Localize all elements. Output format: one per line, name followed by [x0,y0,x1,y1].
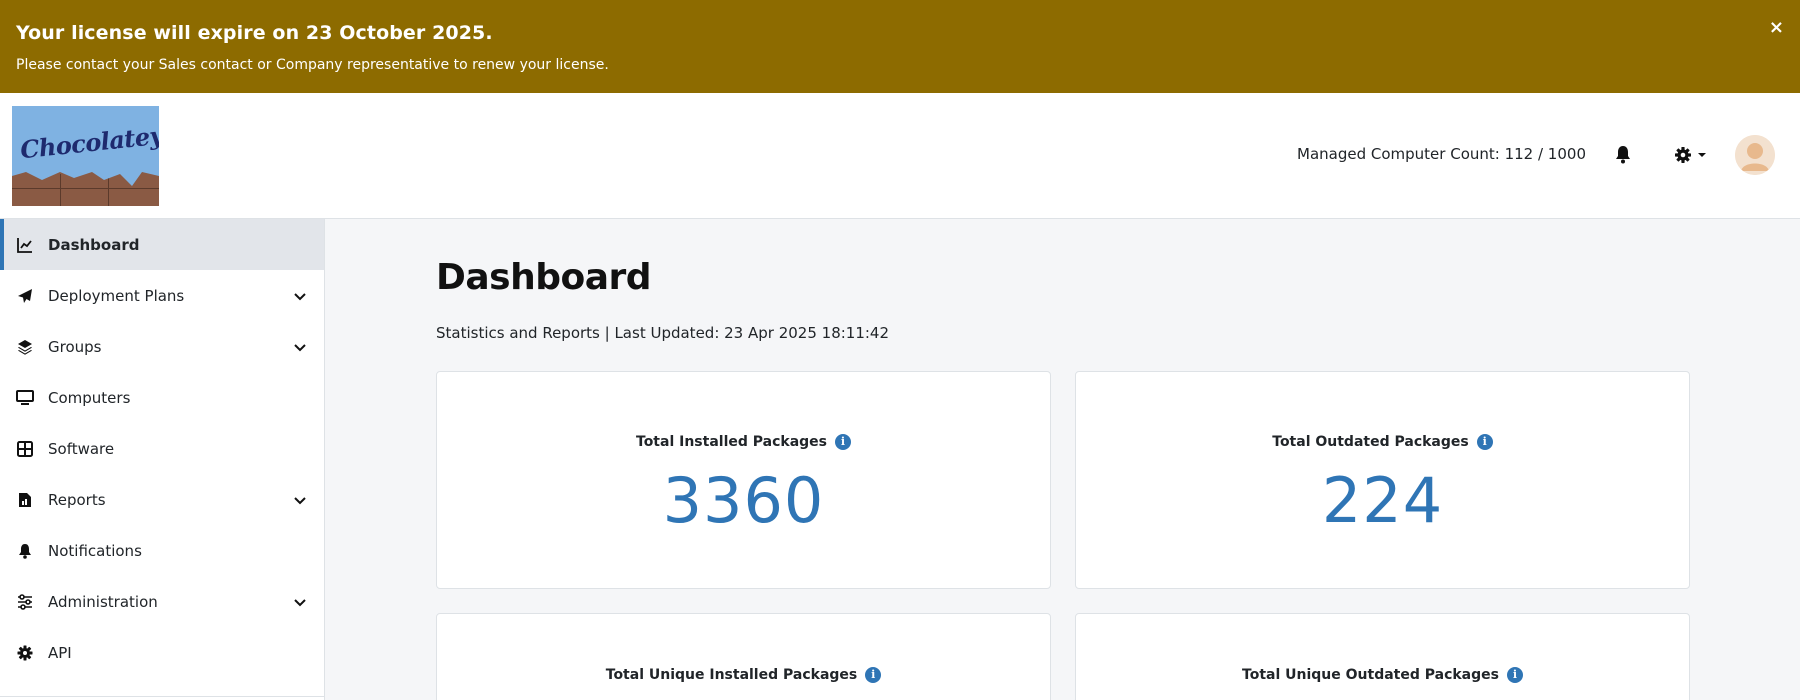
card-title-row: Total Installed Packages i [437,434,1050,450]
gear-icon [16,644,34,662]
report-icon [16,491,34,509]
card-title: Total Unique Outdated Packages [1242,667,1499,683]
chevron-down-icon[interactable] [292,492,308,508]
sidebar: Dashboard Deployment Plans Groups Comput… [0,219,325,700]
sidebar-item-label: Software [48,439,115,458]
chevron-down-icon[interactable] [292,288,308,304]
sidebar-item-software[interactable]: Software [0,423,324,474]
gear-icon [1675,147,1691,163]
sidebar-item-groups[interactable]: Groups [0,321,324,372]
card-title: Total Outdated Packages [1272,434,1469,450]
sidebar-item-computers[interactable]: Computers [0,372,324,423]
sidebar-item-label: Reports [48,490,106,509]
layers-icon [16,338,34,356]
sidebar-item-label: Notifications [48,541,142,560]
page-subtitle: Statistics and Reports | Last Updated: 2… [436,324,890,342]
card-title: Total Unique Installed Packages [605,667,858,683]
stat-card-total-unique-installed: Total Unique Installed Packages i [436,613,1051,700]
sidebar-item-label: Administration [48,592,158,611]
chevron-down-icon [1698,153,1706,157]
sidebar-item-dashboard[interactable]: Dashboard [0,219,324,270]
info-icon[interactable]: i [865,667,882,683]
settings-dropdown[interactable] [1674,144,1712,166]
banner-title: Your license will expire on 23 October 2… [16,22,493,44]
card-title-row: Total Outdated Packages i [1076,434,1689,450]
sidebar-item-label: Dashboard [48,235,140,254]
card-title-row: Total Unique Outdated Packages i [1076,667,1689,683]
chevron-down-icon[interactable] [292,594,308,610]
sidebar-item-reports[interactable]: Reports [0,474,324,525]
banner-text: Please contact your Sales contact or Com… [16,57,609,73]
chart-line-icon [16,236,34,254]
sidebar-item-administration[interactable]: Administration [0,576,324,627]
desktop-icon [16,389,34,407]
sidebar-item-notifications[interactable]: Notifications [0,525,324,576]
stat-card-total-installed: Total Installed Packages i 3360 [436,371,1051,589]
user-avatar[interactable] [1735,135,1775,175]
page-title: Dashboard [436,257,652,298]
chocolatey-logo[interactable]: Chocolatey [12,106,159,206]
bell-icon [16,542,34,560]
info-icon[interactable]: i [1506,667,1523,683]
info-icon[interactable]: i [835,434,851,450]
sliders-icon [16,593,34,611]
managed-computer-count: Managed Computer Count: 112 / 1000 [1297,145,1586,163]
card-value: 3360 [662,464,825,537]
sidebar-item-api[interactable]: API [0,627,324,678]
top-header: Chocolatey Managed Computer Count: 112 /… [0,93,1800,219]
license-banner: Your license will expire on 23 October 2… [0,0,1800,93]
sidebar-item-label: Computers [48,388,131,407]
info-icon[interactable]: i [1476,434,1493,450]
sidebar-item-deployment-plans[interactable]: Deployment Plans [0,270,324,321]
stat-card-total-unique-outdated: Total Unique Outdated Packages i [1075,613,1690,700]
card-title: Total Installed Packages [636,434,827,450]
grid-icon [16,440,34,458]
sidebar-item-label: API [48,643,72,662]
banner-close-button[interactable]: × [1769,18,1784,38]
card-title-row: Total Unique Installed Packages i [437,667,1050,683]
chevron-down-icon[interactable] [292,339,308,355]
sidebar-item-label: Groups [48,337,102,356]
paper-plane-icon [16,287,34,305]
card-value: 224 [1321,464,1444,537]
notifications-bell-icon[interactable] [1614,145,1632,165]
sidebar-divider [0,696,324,697]
sidebar-item-label: Deployment Plans [48,286,185,305]
stat-card-total-outdated: Total Outdated Packages i 224 [1075,371,1690,589]
